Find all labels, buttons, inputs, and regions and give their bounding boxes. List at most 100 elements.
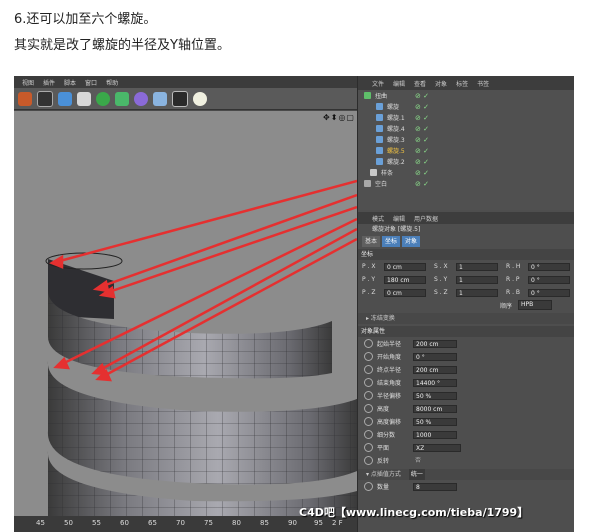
- prop-input[interactable]: 14400 °: [413, 378, 457, 387]
- spline-icon[interactable]: [77, 91, 91, 106]
- prop-row: 开始角度 0 °: [358, 350, 574, 363]
- menu-window[interactable]: 窗口: [85, 78, 97, 87]
- attr-menu-userdata[interactable]: 用户数据: [414, 214, 438, 223]
- deformer-icon[interactable]: [134, 91, 148, 106]
- prop-input[interactable]: 8: [413, 482, 457, 491]
- freeze-transform-group[interactable]: ▸ 冻结变换: [358, 313, 574, 324]
- attr-menu-edit[interactable]: 编辑: [393, 214, 405, 223]
- prop-label: 细分数: [377, 432, 396, 439]
- prop-input[interactable]: 50 %: [413, 391, 457, 400]
- prop-label: 半径偏移: [377, 393, 402, 400]
- tab-coord[interactable]: 坐标: [382, 236, 401, 247]
- visibility-flags[interactable]: ⊘ ✓: [415, 147, 429, 155]
- rotation-order-dropdown[interactable]: HPB: [518, 300, 553, 310]
- coord-label: R . B: [506, 289, 521, 296]
- coord-input[interactable]: 1: [456, 275, 498, 284]
- rotation-order-row: 顺序 HPB: [358, 299, 574, 311]
- coord-input[interactable]: 1: [456, 262, 498, 271]
- menu-help[interactable]: 帮助: [106, 78, 118, 87]
- prop-checkbox[interactable]: 否: [413, 457, 457, 465]
- menu-plugins[interactable]: 插件: [43, 78, 55, 87]
- object-section-header: 对象属性: [358, 326, 574, 337]
- om-menu-tags[interactable]: 标签: [456, 79, 468, 88]
- prop-input[interactable]: 200 cm: [413, 339, 457, 348]
- coord-label: P . Z: [362, 289, 376, 296]
- object-row[interactable]: 螺旋.3 ⊘ ✓: [358, 134, 574, 145]
- tab-object[interactable]: 对象: [402, 236, 421, 247]
- camera-icon[interactable]: [172, 90, 188, 107]
- coord-input[interactable]: 0 °: [528, 275, 570, 284]
- object-row-selected[interactable]: 螺旋.5 ⊘ ✓: [358, 145, 574, 156]
- om-menu-edit[interactable]: 编辑: [393, 79, 405, 88]
- visibility-flags[interactable]: ⊘ ✓: [415, 158, 429, 166]
- om-menu-bookmarks[interactable]: 书签: [477, 79, 489, 88]
- keyframe-dot-icon[interactable]: [364, 482, 373, 491]
- keyframe-dot-icon[interactable]: [364, 378, 373, 387]
- object-row[interactable]: 空白 ⊘ ✓: [358, 178, 574, 189]
- render-icon[interactable]: [18, 91, 32, 106]
- om-menu-objects[interactable]: 对象: [435, 79, 447, 88]
- visibility-flags[interactable]: ⊘ ✓: [415, 114, 429, 122]
- prop-dropdown[interactable]: XZ: [413, 443, 461, 452]
- helix-icon: [376, 125, 383, 132]
- floor-icon[interactable]: [153, 91, 167, 106]
- keyframe-dot-icon[interactable]: [364, 430, 373, 439]
- visibility-flags[interactable]: ⊘ ✓: [415, 136, 429, 144]
- coord-input[interactable]: 180 cm: [384, 275, 426, 284]
- visibility-flags[interactable]: ⊘ ✓: [415, 169, 429, 177]
- cube-icon[interactable]: [58, 91, 72, 106]
- timeline-tick: 55: [92, 519, 101, 527]
- prop-input[interactable]: 1000: [413, 430, 457, 439]
- prop-label: 平面: [377, 445, 390, 452]
- coord-input[interactable]: 0 °: [528, 262, 570, 271]
- tab-basic[interactable]: 基本: [362, 236, 381, 247]
- object-row[interactable]: 螺旋.1 ⊘ ✓: [358, 112, 574, 123]
- 3d-viewport[interactable]: ✥⬍◎▢: [14, 111, 357, 516]
- prop-input[interactable]: 8000 cm: [413, 404, 457, 413]
- caption-line-2: 其实就是改了螺旋的半径及Y轴位置。: [14, 38, 230, 53]
- c4d-screenshot: 视图 插件 脚本 窗口 帮助 ✥⬍◎▢ 45 50 55 60 65 70 75…: [14, 76, 574, 532]
- coord-input[interactable]: 0 cm: [384, 262, 426, 271]
- coord-input[interactable]: 0 cm: [384, 288, 426, 297]
- light-icon[interactable]: [193, 91, 207, 106]
- visibility-flags[interactable]: ⊘ ✓: [415, 92, 429, 100]
- visibility-flags[interactable]: ⊘ ✓: [415, 125, 429, 133]
- keyframe-dot-icon[interactable]: [364, 456, 373, 465]
- keyframe-dot-icon[interactable]: [364, 339, 373, 348]
- prop-input[interactable]: 200 cm: [413, 365, 457, 374]
- menu-script[interactable]: 脚本: [64, 78, 76, 87]
- attr-menu-mode[interactable]: 模式: [372, 214, 384, 223]
- keyframe-dot-icon[interactable]: [364, 443, 373, 452]
- prop-input[interactable]: 50 %: [413, 417, 457, 426]
- keyframe-dot-icon[interactable]: [364, 365, 373, 374]
- visibility-flags[interactable]: ⊘ ✓: [415, 180, 429, 188]
- interpolation-dropdown[interactable]: 统一: [408, 469, 425, 480]
- helix-icon: [376, 136, 383, 143]
- viewport-nav-icons[interactable]: ✥⬍◎▢: [323, 113, 355, 122]
- keyframe-dot-icon[interactable]: [364, 417, 373, 426]
- object-name: 螺旋: [387, 104, 400, 111]
- viewport-menubar: 视图 插件 脚本 窗口 帮助: [14, 76, 357, 88]
- object-row[interactable]: 螺旋.2 ⊘ ✓: [358, 156, 574, 167]
- coord-input[interactable]: 0 °: [528, 288, 570, 297]
- clapper-icon[interactable]: [37, 90, 53, 107]
- keyframe-dot-icon[interactable]: [364, 404, 373, 413]
- object-manager-menu: 文件 编辑 查看 对象 标签 书签: [358, 76, 574, 90]
- prop-input[interactable]: 0 °: [413, 352, 457, 361]
- nurbs-icon[interactable]: [96, 91, 110, 106]
- object-row[interactable]: 螺旋 ⊘ ✓: [358, 101, 574, 112]
- interpolation-group[interactable]: ▾ 点插值方式 统一: [358, 469, 574, 480]
- prop-row: 平面 XZ: [358, 441, 574, 454]
- caption-line-1: 6.还可以加至六个螺旋。: [14, 12, 157, 27]
- object-row[interactable]: 样条 ⊘ ✓: [358, 167, 574, 178]
- menu-view[interactable]: 视图: [22, 78, 34, 87]
- object-row[interactable]: 扭曲 ⊘ ✓: [358, 90, 574, 101]
- keyframe-dot-icon[interactable]: [364, 352, 373, 361]
- array-icon[interactable]: [115, 91, 129, 106]
- visibility-flags[interactable]: ⊘ ✓: [415, 103, 429, 111]
- coord-input[interactable]: 1: [456, 288, 498, 297]
- keyframe-dot-icon[interactable]: [364, 391, 373, 400]
- om-menu-file[interactable]: 文件: [372, 79, 384, 88]
- object-row[interactable]: 螺旋.4 ⊘ ✓: [358, 123, 574, 134]
- om-menu-view[interactable]: 查看: [414, 79, 426, 88]
